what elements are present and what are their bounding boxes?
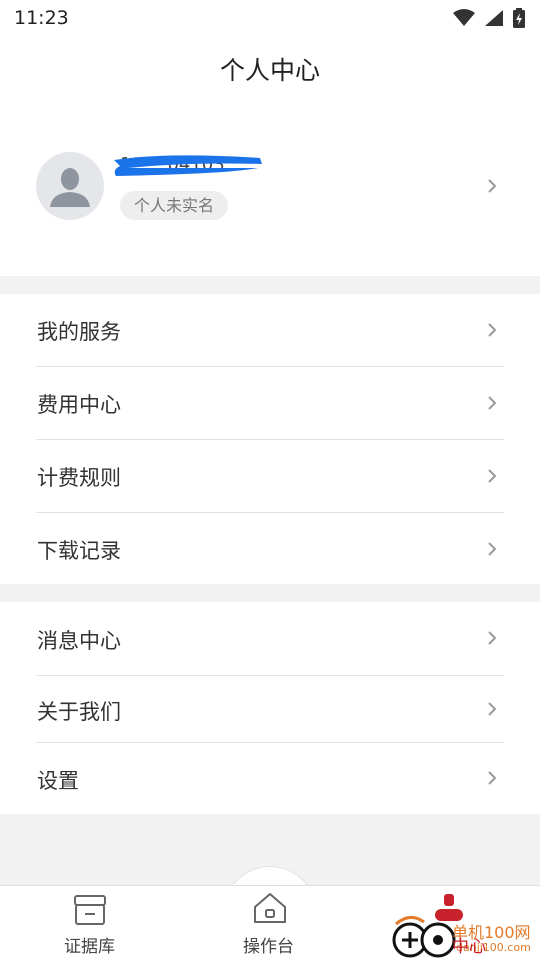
menu-item-label: 下载记录 bbox=[37, 539, 121, 563]
chevron-right-icon bbox=[488, 631, 497, 645]
menu-item-download-records[interactable]: 下载记录 bbox=[0, 513, 540, 584]
wifi-icon bbox=[453, 9, 475, 26]
nav-item-evidence-library[interactable]: 证据库 bbox=[50, 890, 130, 957]
menu-group-primary: 我的服务 费用中心 计费规则 下载记录 bbox=[0, 294, 540, 584]
menu-item-billing-center[interactable]: 费用中心 bbox=[0, 367, 540, 439]
menu-item-label: 费用中心 bbox=[37, 393, 121, 417]
menu-item-billing-rules[interactable]: 计费规则 bbox=[0, 440, 540, 512]
status-bar: 11:23 bbox=[0, 0, 540, 36]
status-time: 11:23 bbox=[14, 7, 69, 29]
menu-item-label: 计费规则 bbox=[37, 466, 121, 490]
nav-label: 中心 bbox=[452, 937, 486, 957]
menu-item-settings[interactable]: 设置 bbox=[0, 743, 540, 814]
menu-item-my-services[interactable]: 我的服务 bbox=[0, 294, 540, 366]
profile-chevron-icon bbox=[488, 179, 497, 193]
menu-item-label: 设置 bbox=[37, 769, 79, 793]
home-icon bbox=[254, 893, 286, 923]
page-title: 个人中心 bbox=[219, 56, 320, 85]
chevron-right-icon bbox=[488, 323, 497, 337]
chevron-right-icon bbox=[488, 702, 497, 716]
chevron-right-icon bbox=[488, 542, 497, 556]
nav-label: 证据库 bbox=[64, 937, 115, 957]
battery-charging-icon bbox=[513, 8, 525, 28]
verification-badge[interactable]: 个人未实名 bbox=[120, 191, 229, 220]
redaction-scribble bbox=[114, 155, 262, 176]
status-icons bbox=[452, 8, 526, 28]
menu-item-label: 关于我们 bbox=[37, 700, 121, 724]
profile-card[interactable]: 1****04103 个人未实名 bbox=[0, 102, 540, 276]
chevron-right-icon bbox=[488, 396, 497, 410]
signal-icon bbox=[485, 10, 503, 26]
chevron-right-icon bbox=[488, 771, 497, 785]
user-silhouette-icon bbox=[50, 168, 90, 207]
menu-item-message-center[interactable]: 消息中心 bbox=[0, 602, 540, 675]
header: 个人中心 bbox=[0, 36, 540, 102]
nav-label: 操作台 bbox=[243, 937, 294, 957]
menu-item-about-us[interactable]: 关于我们 bbox=[0, 676, 540, 742]
menu-item-label: 我的服务 bbox=[37, 320, 121, 344]
nav-item-console[interactable]: 操作台 bbox=[230, 886, 310, 957]
avatar[interactable] bbox=[36, 152, 104, 220]
archive-box-icon bbox=[74, 895, 106, 925]
menu-group-secondary: 消息中心 关于我们 设置 bbox=[0, 602, 540, 814]
chevron-right-icon bbox=[488, 469, 497, 483]
menu-item-label: 消息中心 bbox=[37, 629, 121, 653]
